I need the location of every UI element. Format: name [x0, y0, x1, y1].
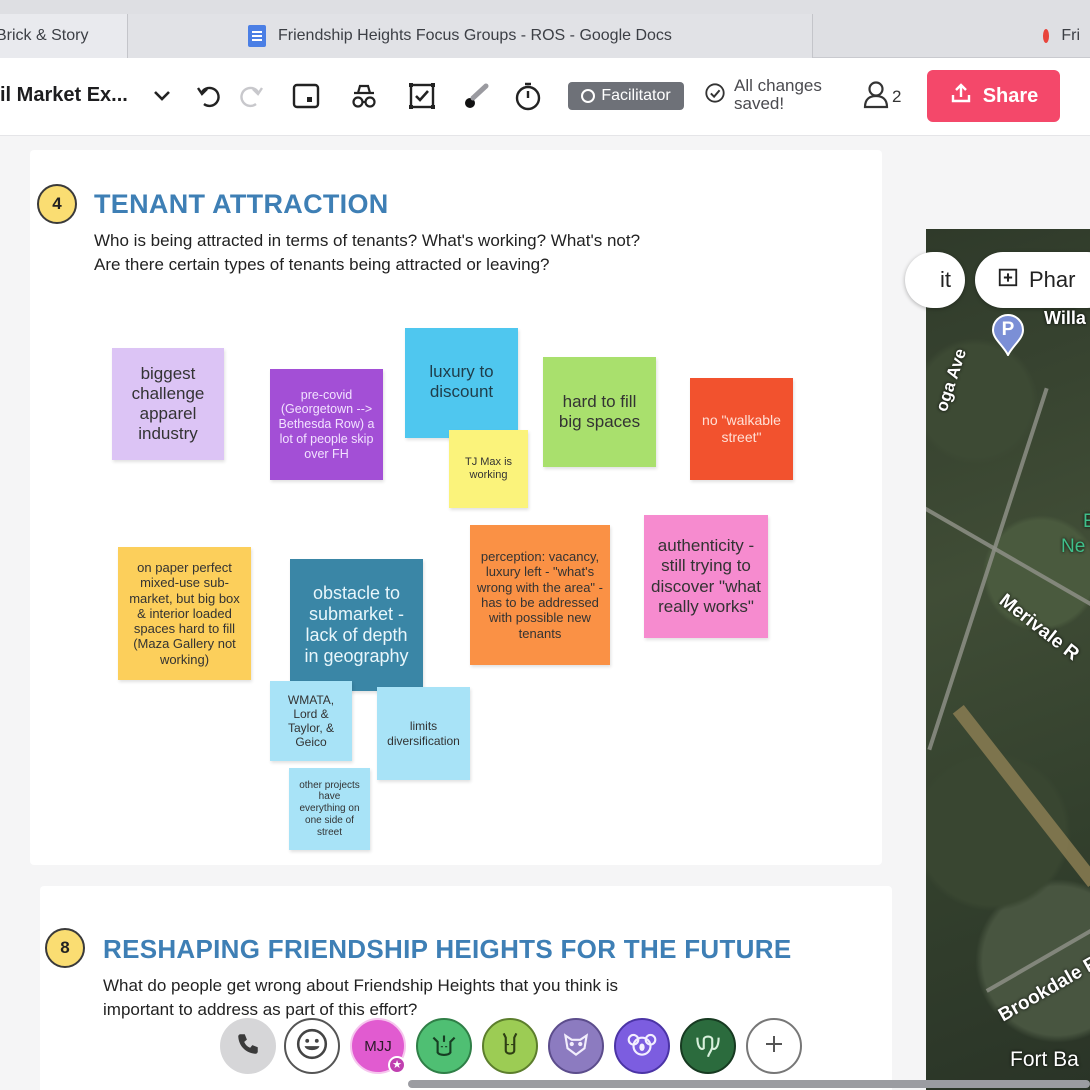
- map-chip-label: Phar: [1029, 267, 1076, 292]
- sticky-note[interactable]: authenticity - still trying to discover …: [644, 515, 768, 638]
- google-docs-icon: [248, 25, 266, 47]
- facilitator-button[interactable]: Facilitator: [568, 82, 684, 110]
- section-title: TENANT ATTRACTION: [94, 189, 389, 219]
- rhino-icon: [427, 1027, 461, 1066]
- map-road: [952, 705, 1090, 887]
- section-question-line2: Are there certain types of tenants being…: [94, 255, 550, 274]
- private-mode-icon[interactable]: [344, 76, 384, 116]
- participant-avatar[interactable]: [482, 1018, 538, 1074]
- section-title: RESHAPING FRIENDSHIP HEIGHTS FOR THE FUT…: [103, 934, 792, 964]
- participant-avatar[interactable]: [416, 1018, 472, 1074]
- tab-label: Fri: [1061, 27, 1080, 44]
- browser-tab-brick-story[interactable]: Brick & Story: [0, 14, 128, 58]
- participant-avatar[interactable]: [680, 1018, 736, 1074]
- map-place-label: Ne: [1061, 536, 1086, 557]
- participant-avatar[interactable]: MJJ ★: [350, 1018, 406, 1074]
- share-button[interactable]: Share: [927, 70, 1060, 122]
- frame-select-icon[interactable]: [286, 76, 326, 116]
- horizontal-scrollbar[interactable]: [408, 1080, 1090, 1088]
- map-place-label: Fort Ba: [1010, 1048, 1079, 1071]
- map-place-label: E: [1083, 511, 1090, 532]
- map-chip-label: it: [940, 267, 951, 292]
- reactions-button[interactable]: [284, 1018, 340, 1074]
- sticky-note[interactable]: on paper perfect mixed-use sub-market, b…: [118, 547, 251, 680]
- section-question-line2: important to address as part of this eff…: [103, 1000, 418, 1019]
- star-circle-icon: [581, 89, 596, 103]
- phone-button[interactable]: [220, 1018, 276, 1074]
- sticky-note[interactable]: hard to fill big spaces: [543, 357, 656, 467]
- browser-tab-bar: Brick & Story Friendship Heights Focus G…: [0, 0, 1090, 58]
- map-street-label: Willa: [1044, 308, 1086, 328]
- phone-icon: [235, 1031, 261, 1062]
- sticky-note[interactable]: obstacle to submarket - lack of depth in…: [290, 559, 423, 691]
- map-chip-transit[interactable]: it: [905, 252, 965, 308]
- sticky-note[interactable]: no "walkable street": [690, 378, 793, 480]
- recording-dot-icon: [1043, 29, 1050, 43]
- section-question-line1: Who is being attracted in terms of tenan…: [94, 231, 641, 250]
- vote-checkbox-icon[interactable]: [402, 76, 442, 116]
- add-participant-button[interactable]: [746, 1018, 802, 1074]
- owl-icon: [559, 1027, 593, 1066]
- sticky-note[interactable]: perception: vacancy, luxury left - "what…: [470, 525, 610, 665]
- timer-icon[interactable]: [508, 76, 548, 116]
- plus-icon: [762, 1032, 786, 1061]
- user-count: 2: [892, 86, 902, 106]
- upload-icon: [949, 81, 973, 111]
- laser-pointer-icon[interactable]: [456, 76, 496, 116]
- star-badge-icon: ★: [388, 1056, 406, 1074]
- browser-tab-third[interactable]: Fri: [813, 14, 1090, 58]
- online-users-button[interactable]: 2: [860, 78, 901, 115]
- sticky-note[interactable]: luxury to discount: [405, 328, 518, 438]
- koala-icon: [625, 1027, 659, 1066]
- board-title[interactable]: il Market Ex...: [0, 84, 128, 107]
- sticky-note[interactable]: pre-covid (Georgetown --> Bethesda Row) …: [270, 369, 383, 480]
- section-number-badge: 4: [37, 184, 77, 224]
- redo-icon[interactable]: [232, 76, 272, 116]
- sticky-note[interactable]: other projects have everything on one si…: [289, 768, 370, 850]
- section-number-badge: 8: [45, 928, 85, 968]
- check-circle-icon: [704, 82, 726, 108]
- map-chip-pharmacy[interactable]: Phar: [975, 252, 1090, 308]
- chevron-down-icon[interactable]: [142, 76, 182, 116]
- sticky-note[interactable]: biggest challenge apparel industry: [112, 348, 224, 460]
- avatar-initials: MJJ: [364, 1037, 392, 1055]
- user-icon: [860, 78, 892, 115]
- save-status: All changes saved!: [704, 77, 822, 113]
- emoji-icon: [295, 1027, 329, 1066]
- app-toolbar: il Market Ex... Facilitator All changes …: [0, 58, 1090, 136]
- save-status-line1: All changes: [734, 76, 822, 95]
- horse-icon: [493, 1027, 527, 1066]
- facilitator-label: Facilitator: [601, 87, 671, 104]
- sticky-note[interactable]: WMATA, Lord & Taylor, & Geico: [270, 681, 352, 761]
- tab-label: Brick & Story: [0, 27, 89, 44]
- browser-tab-google-docs[interactable]: Friendship Heights Focus Groups - ROS - …: [128, 14, 813, 58]
- pharmacy-icon: [997, 266, 1019, 294]
- elephant-icon: [691, 1027, 725, 1066]
- sticky-note[interactable]: limits diversification: [377, 687, 470, 780]
- participant-avatar[interactable]: [614, 1018, 670, 1074]
- section-question-line1: What do people get wrong about Friendshi…: [103, 976, 619, 995]
- sticky-note[interactable]: TJ Max is working: [449, 430, 528, 508]
- participant-avatar[interactable]: [548, 1018, 604, 1074]
- save-status-line2: saved!: [734, 94, 785, 113]
- pin-label: P: [1001, 319, 1015, 340]
- share-label: Share: [982, 84, 1039, 107]
- undo-icon[interactable]: [188, 76, 228, 116]
- parking-pin-icon[interactable]: P: [991, 314, 1025, 358]
- tab-label: Friendship Heights Focus Groups - ROS - …: [278, 27, 672, 44]
